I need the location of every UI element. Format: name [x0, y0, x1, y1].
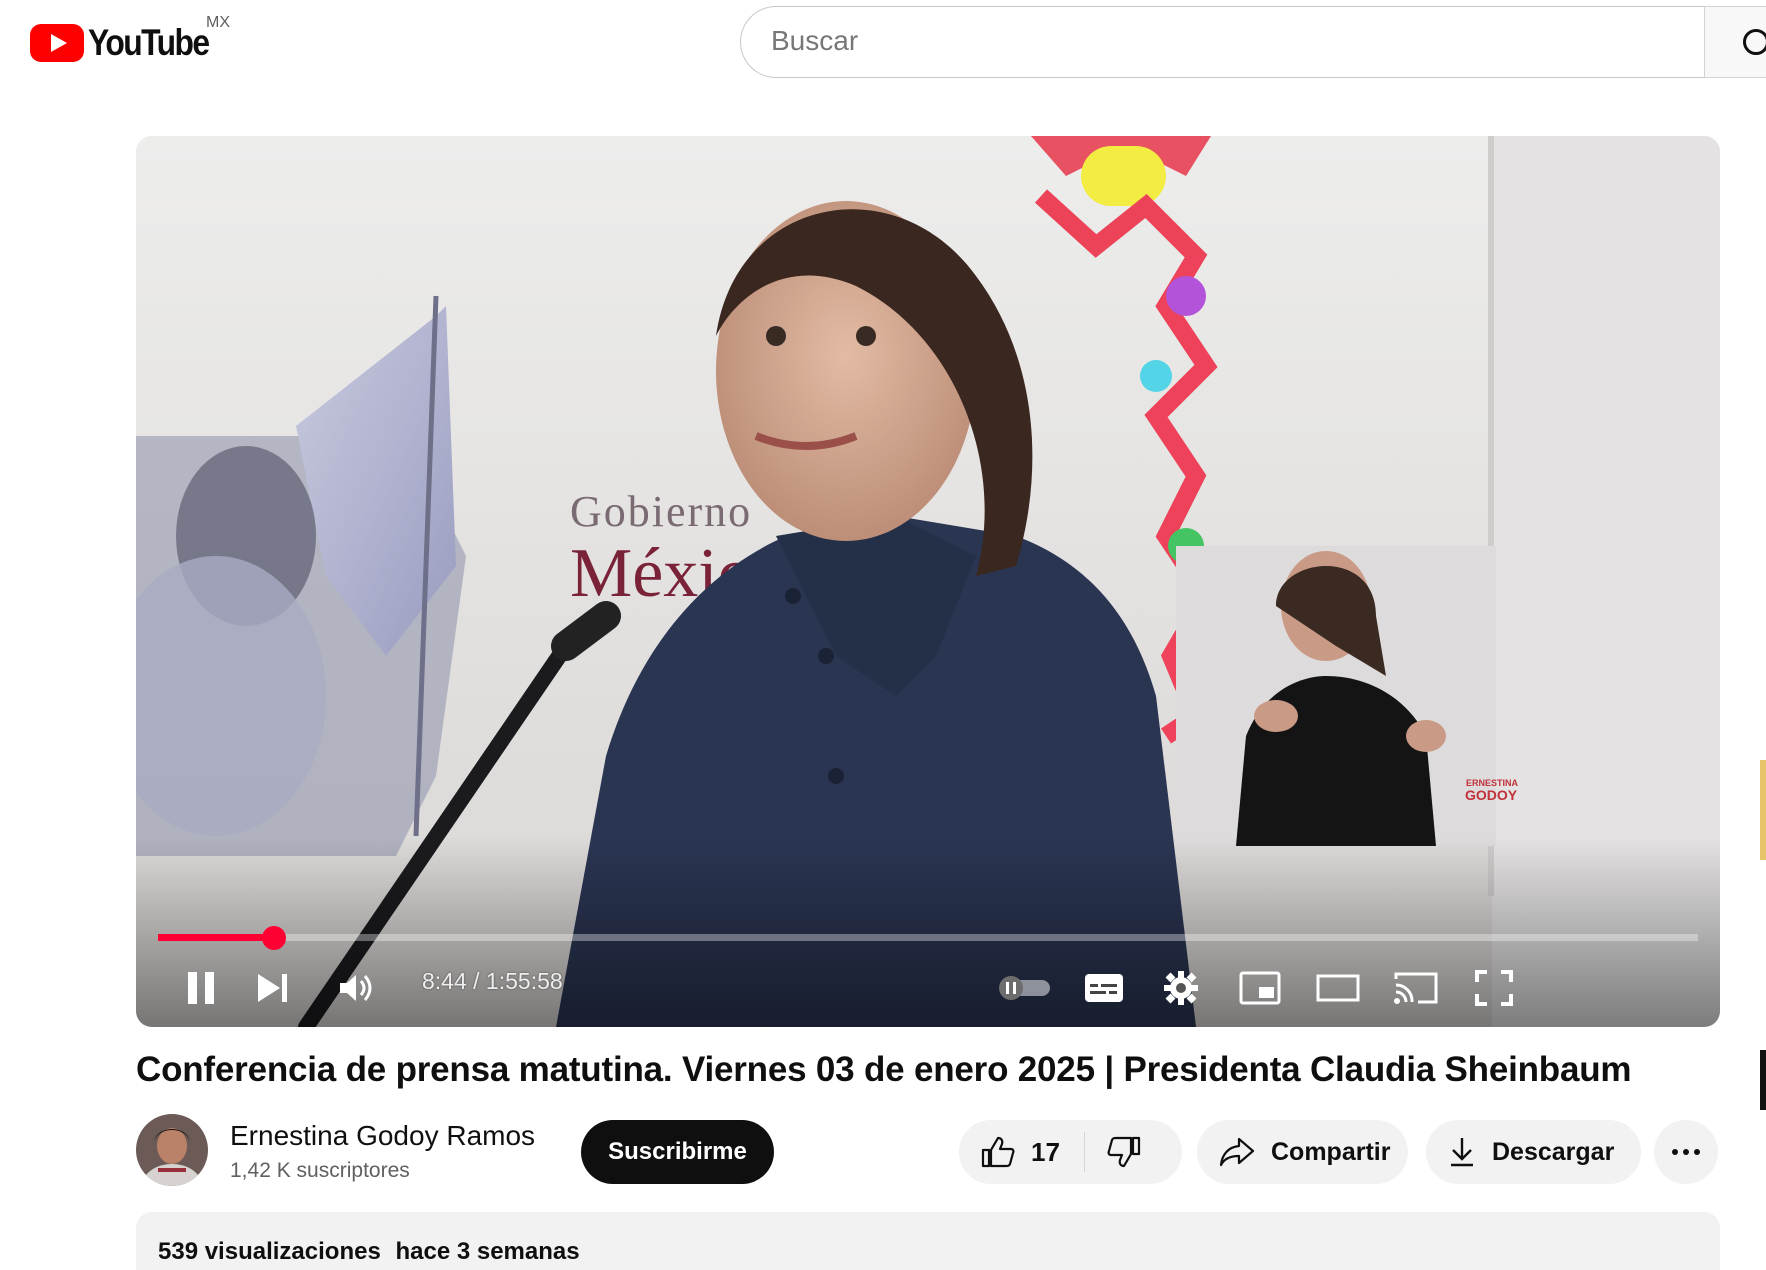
theater-mode-button[interactable]	[1308, 958, 1368, 1018]
watermark-line2: GODOY	[1465, 787, 1518, 803]
pause-button[interactable]	[176, 958, 226, 1018]
description-meta: 539 visualizaciones hace 3 semanas	[158, 1238, 580, 1266]
download-button[interactable]: Descargar	[1426, 1120, 1641, 1184]
progress-scrubber[interactable]	[262, 926, 287, 950]
right-edge-thumbnail-strip	[1760, 760, 1766, 1110]
volume-icon	[340, 975, 372, 1001]
description-box[interactable]: 539 visualizaciones hace 3 semanas	[136, 1212, 1720, 1270]
captions-icon	[1085, 974, 1123, 1002]
gear-icon	[1164, 971, 1198, 1005]
dislike-button[interactable]	[1085, 1120, 1141, 1184]
masthead: YouTube MX	[0, 0, 1766, 88]
pause-icon	[188, 972, 214, 1004]
autoplay-toggle[interactable]	[994, 958, 1054, 1018]
more-horizontal-icon	[1672, 1149, 1700, 1155]
fullscreen-icon	[1475, 970, 1513, 1006]
like-count: 17	[1031, 1136, 1060, 1167]
subscriber-count: 1,42 K suscriptores	[230, 1159, 410, 1182]
theater-icon	[1316, 974, 1360, 1002]
search-button[interactable]	[1704, 6, 1766, 78]
settings-button[interactable]	[1151, 958, 1211, 1018]
captions-button[interactable]	[1074, 958, 1134, 1018]
upload-date: hace 3 semanas	[395, 1238, 580, 1265]
thumbs-up-icon	[981, 1136, 1015, 1168]
search-box	[740, 6, 1766, 78]
search-icon	[1743, 29, 1766, 55]
download-icon	[1451, 1138, 1473, 1167]
next-button[interactable]	[248, 958, 298, 1018]
thumbs-down-icon	[1107, 1136, 1141, 1168]
next-icon	[258, 974, 287, 1002]
like-dislike-group: 17	[959, 1120, 1182, 1184]
more-actions-button[interactable]	[1654, 1120, 1718, 1184]
miniplayer-icon	[1239, 971, 1281, 1005]
search-input[interactable]	[771, 21, 1671, 61]
avatar-image	[136, 1114, 208, 1186]
download-label: Descargar	[1492, 1137, 1615, 1166]
view-count: 539 visualizaciones	[158, 1238, 381, 1265]
share-label: Compartir	[1271, 1137, 1391, 1166]
cast-button[interactable]	[1386, 958, 1446, 1018]
progress-bar[interactable]	[158, 926, 1698, 950]
miniplayer-button[interactable]	[1230, 958, 1290, 1018]
scene-text-gobierno: Gobierno	[570, 487, 752, 536]
cast-icon	[1394, 972, 1438, 1004]
owner-row: Ernestina Godoy Ramos 1,42 K suscriptore…	[136, 1114, 1720, 1186]
youtube-logo[interactable]: YouTube MX	[30, 14, 230, 64]
region-code: MX	[206, 14, 230, 31]
channel-name[interactable]: Ernestina Godoy Ramos	[230, 1120, 535, 1152]
youtube-play-icon	[30, 24, 84, 62]
youtube-wordmark: YouTube	[88, 22, 210, 63]
share-button[interactable]: Compartir	[1197, 1120, 1408, 1184]
progress-played	[158, 934, 275, 941]
volume-button[interactable]	[332, 958, 382, 1018]
fullscreen-button[interactable]	[1464, 958, 1524, 1018]
video-title: Conferencia de prensa matutina. Viernes …	[136, 1050, 1632, 1089]
subscribe-button[interactable]: Suscribirme	[581, 1120, 774, 1184]
share-arrow-icon	[1219, 1137, 1255, 1167]
autoplay-toggle-icon	[999, 976, 1050, 1000]
channel-avatar[interactable]	[136, 1114, 208, 1186]
like-button[interactable]: 17	[959, 1132, 1085, 1172]
time-display: 8:44 / 1:55:58	[422, 968, 563, 994]
video-player[interactable]: Gobierno México ERNESTINA GODOY 8:44 / 1…	[136, 136, 1720, 1027]
